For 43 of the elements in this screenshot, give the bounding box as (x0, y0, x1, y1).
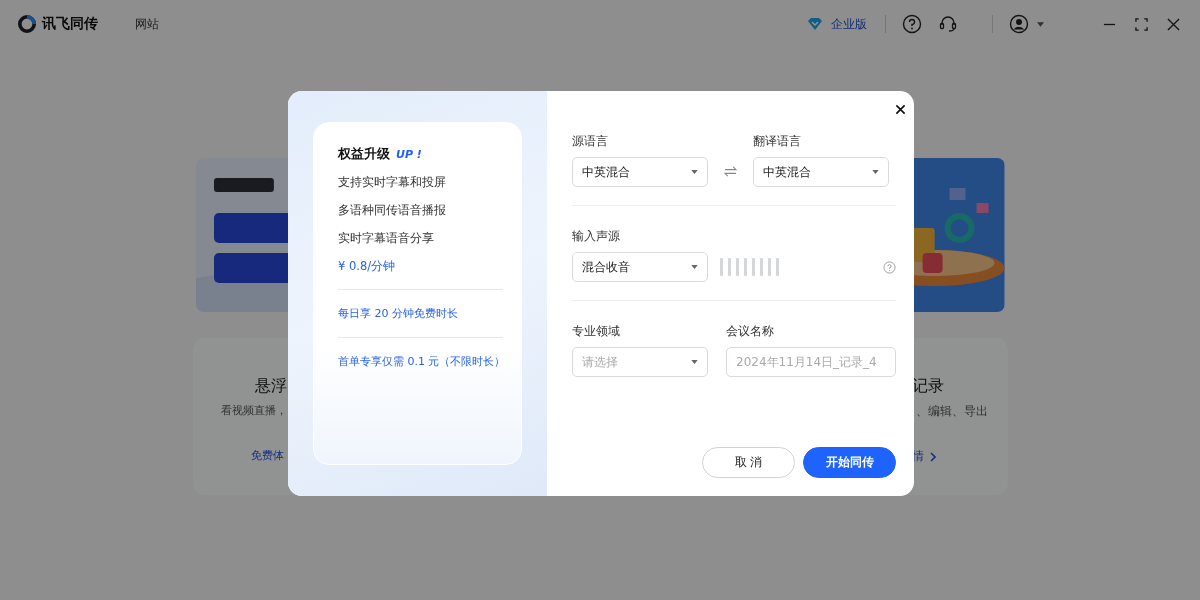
feature-text: 支持实时字幕和投屏 (338, 175, 447, 190)
logo-icon (18, 15, 36, 33)
close-icon[interactable] (895, 104, 906, 115)
maximize-icon[interactable] (1135, 17, 1148, 31)
enterprise-link[interactable]: 企业版 (831, 15, 867, 33)
caret-icon (872, 170, 879, 174)
nav-link[interactable]: 网站 (135, 15, 159, 33)
offer-text: 首单专享仅需 0.1 元（不限时长） (338, 354, 506, 369)
field-label: 专业领域 (572, 323, 621, 340)
volume-bars-icon (720, 258, 780, 276)
feature-text: 实时字幕语音分享 (338, 231, 435, 246)
card-title: 记录 (911, 376, 944, 396)
caret-icon[interactable] (1037, 21, 1044, 27)
target-language-select[interactable]: 中英混合 (753, 157, 889, 187)
start-button[interactable]: 开始同传 (803, 447, 896, 478)
promo-title: 权益升级 (338, 145, 390, 163)
card-description: 看视频直播， (220, 404, 287, 418)
source-language-select[interactable]: 中英混合 (572, 157, 708, 187)
up-label: UP ! (396, 148, 422, 161)
caret-icon (691, 170, 698, 174)
avatar-icon[interactable] (1009, 14, 1029, 34)
card-link[interactable]: 免费体 (250, 448, 284, 463)
close-icon[interactable] (1167, 17, 1180, 31)
field-label: 源语言 (572, 133, 609, 150)
diamond-icon (807, 16, 823, 32)
swap-icon[interactable] (724, 166, 737, 177)
feature-text: 多语种同传语音播报 (338, 203, 447, 218)
price-text: ¥ 0.8/分钟 (338, 259, 397, 274)
offer-text: 每日享 20 分钟免费时长 (338, 306, 458, 321)
field-label: 输入声源 (572, 228, 621, 245)
help-icon[interactable] (902, 14, 922, 34)
cancel-button[interactable]: 取 消 (702, 447, 795, 478)
card-description: 、编辑、导出 (915, 404, 988, 418)
caret-icon (691, 265, 698, 269)
input-source-select[interactable]: 混合收音 (572, 252, 708, 282)
app-title: 讯飞同传 (42, 15, 98, 33)
meeting-name-field[interactable]: 2024年11月14日_记录_4 (726, 347, 896, 377)
field-label: 翻译语言 (753, 133, 802, 150)
card-title: 悬浮 (254, 376, 287, 396)
caret-icon (691, 360, 698, 364)
chevron-icon (929, 451, 936, 462)
headset-icon[interactable] (938, 14, 958, 34)
field-label: 会议名称 (726, 323, 775, 340)
